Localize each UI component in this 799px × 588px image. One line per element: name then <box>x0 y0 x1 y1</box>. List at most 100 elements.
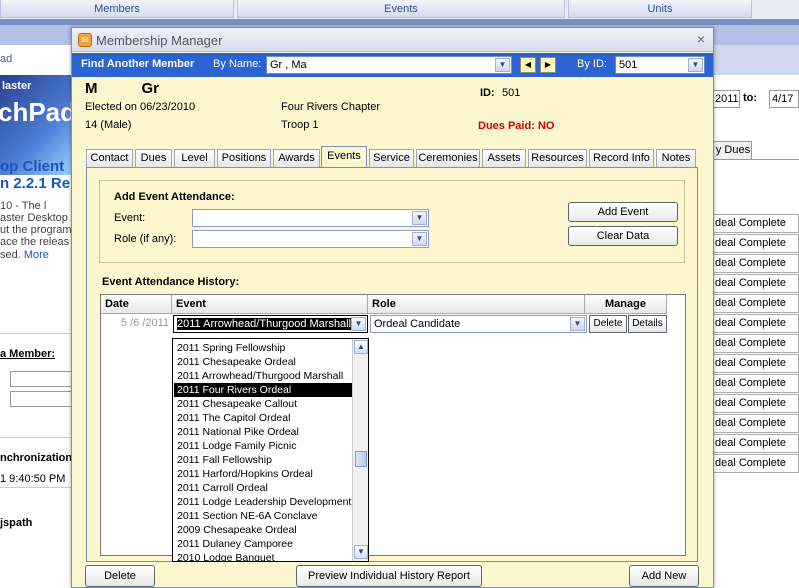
dropdown-scrollbar[interactable]: ▲ ▼ <box>352 339 368 561</box>
find-member-label: Find Another Member <box>81 58 195 70</box>
column-header-event[interactable]: Event <box>172 295 368 314</box>
row-date: 5 /6 /2011 <box>120 317 169 329</box>
dropdown-option[interactable]: 2011 Arrowhead/Thurgood Marshall <box>174 369 354 383</box>
chevron-down-icon[interactable]: ▼ <box>495 58 510 72</box>
event-select[interactable]: ▼ <box>192 209 429 227</box>
top-tab-events[interactable]: Events <box>237 0 565 18</box>
scroll-thumb[interactable] <box>355 451 367 467</box>
scroll-up-icon[interactable]: ▲ <box>354 340 368 354</box>
dropdown-option[interactable]: 2011 The Capitol Ordeal <box>174 411 354 425</box>
tab-resources[interactable]: Resources <box>528 149 587 167</box>
add-event-button[interactable]: Add Event <box>568 202 678 222</box>
bg-heading-2: n 2.2.1 Re <box>0 175 71 192</box>
top-tab-units[interactable]: Units <box>568 0 752 18</box>
tab-awards[interactable]: Awards <box>273 149 320 167</box>
date-from-field[interactable]: 2011 <box>712 90 740 108</box>
row-delete-button[interactable]: Delete <box>589 315 627 333</box>
top-tab-members[interactable]: Members <box>0 0 234 18</box>
previous-member-button[interactable]: ◀ <box>520 57 536 73</box>
dropdown-option[interactable]: 2011 Fall Fellowship <box>174 453 354 467</box>
column-header-date[interactable]: Date <box>101 295 172 314</box>
chevron-down-icon[interactable]: ▼ <box>412 211 427 225</box>
chevron-down-icon[interactable]: ▼ <box>570 317 585 331</box>
chevron-down-icon[interactable]: ▼ <box>412 232 427 246</box>
bg-text-line: ace the releas <box>0 236 70 248</box>
by-id-select[interactable]: 501 ▼ <box>615 56 705 74</box>
row-details-button[interactable]: Details <box>628 315 667 333</box>
column-header-role[interactable]: Role <box>368 295 585 314</box>
bg-input-1[interactable] <box>10 371 72 387</box>
list-item: deal Complete <box>712 374 799 393</box>
dialog-titlebar[interactable]: ✉ Membership Manager × <box>72 28 713 52</box>
dropdown-option[interactable]: 2011 Lodge Leadership Development <box>174 495 354 509</box>
tab-positions[interactable]: Positions <box>217 149 271 167</box>
dropdown-option[interactable]: 2011 Lodge Family Picnic <box>174 439 354 453</box>
dialog-title: Membership Manager <box>96 33 223 48</box>
tab-level[interactable]: Level <box>174 149 215 167</box>
dropdown-option[interactable]: 2011 Section NE-6A Conclave <box>174 509 354 523</box>
row-role-select[interactable]: Ordeal Candidate ▼ <box>370 315 587 333</box>
events-tab-panel: Add Event Attendance: Event: ▼ Role (if … <box>86 167 698 562</box>
table-row: 5 /6 /2011 2011 Arrowhead/Thurgood Marsh… <box>101 314 685 334</box>
divider <box>0 333 72 334</box>
list-item: deal Complete <box>712 434 799 453</box>
role-select[interactable]: ▼ <box>192 230 429 248</box>
background-left-panel: ad laster chPad op Client n 2.2.1 Re 10 … <box>0 45 72 588</box>
dropdown-option[interactable]: 2010 Lodge Banquet <box>174 551 354 561</box>
add-new-button[interactable]: Add New <box>629 565 699 587</box>
bg-title: ad <box>0 53 13 65</box>
member-troop: Troop 1 <box>281 119 319 131</box>
delete-member-button[interactable]: Delete <box>85 565 155 587</box>
id-label: ID: <box>480 87 495 99</box>
close-icon[interactable]: × <box>697 31 705 47</box>
dropdown-option[interactable]: 2011 Dulaney Camporee <box>174 537 354 551</box>
column-header-manage[interactable]: Manage <box>585 295 667 314</box>
by-id-label: By ID: <box>577 58 607 70</box>
list-item: deal Complete <box>712 294 799 313</box>
list-item: deal Complete <box>712 394 799 413</box>
tab-contact[interactable]: Contact <box>86 149 133 167</box>
dropdown-option-selected[interactable]: 2011 Four Rivers Ordeal <box>174 383 354 397</box>
divider <box>0 487 72 488</box>
row-event-select[interactable]: 2011 Arrowhead/Thurgood Marshall ▼ <box>173 315 368 333</box>
divider <box>0 437 72 438</box>
add-event-title: Add Event Attendance: <box>114 191 235 203</box>
chevron-down-icon[interactable]: ▼ <box>351 317 366 331</box>
tab-service[interactable]: Service <box>369 149 414 167</box>
dropdown-option[interactable]: 2011 Chesapeake Callout <box>174 397 354 411</box>
find-member-label: a Member: <box>0 348 56 360</box>
tab-record-info[interactable]: Record Info <box>589 149 654 167</box>
dropdown-option[interactable]: 2011 Carroll Ordeal <box>174 481 354 495</box>
more-link[interactable]: More <box>24 249 49 261</box>
id-value: 501 <box>502 87 521 99</box>
tab-notes[interactable]: Notes <box>656 149 696 167</box>
dropdown-option[interactable]: 2011 Spring Fellowship <box>174 341 354 355</box>
scroll-down-icon[interactable]: ▼ <box>354 545 368 559</box>
bg-text-line: 10 - The l <box>0 200 47 212</box>
chevron-down-icon[interactable]: ▼ <box>688 58 703 72</box>
tab-events[interactable]: Events <box>321 146 367 167</box>
member-info: M Gr Elected on 06/23/2010 14 (Male) Four… <box>72 77 713 133</box>
bg-input-2[interactable] <box>10 391 72 407</box>
tab-assets[interactable]: Assets <box>482 149 526 167</box>
tab-dues[interactable]: Dues <box>135 149 172 167</box>
clear-data-button[interactable]: Clear Data <box>568 226 678 246</box>
list-item: deal Complete <box>712 354 799 373</box>
by-name-select[interactable]: Gr , Ma ▼ <box>266 56 512 74</box>
date-to-field[interactable]: 4/17 <box>769 90 799 108</box>
sync-label: nchronization <box>0 452 72 464</box>
preview-history-report-button[interactable]: Preview Individual History Report <box>296 565 482 587</box>
to-label: to: <box>743 92 758 104</box>
tab-ceremonies[interactable]: Ceremonies <box>416 149 480 167</box>
tab-dues[interactable]: y Dues <box>712 141 752 159</box>
dropdown-option[interactable]: 2011 Chesapeake Ordeal <box>174 355 354 369</box>
list-item: deal Complete <box>712 234 799 253</box>
by-name-label: By Name: <box>213 58 262 70</box>
next-member-button[interactable]: ▶ <box>540 57 556 73</box>
bg-text-line: ut the program <box>0 224 72 236</box>
dropdown-option[interactable]: 2009 Chesapeake Ordeal <box>174 523 354 537</box>
top-nav: Members Events Units <box>0 0 799 19</box>
dropdown-option[interactable]: 2011 Harford/Hopkins Ordeal <box>174 467 354 481</box>
dropdown-option[interactable]: 2011 National Pike Ordeal <box>174 425 354 439</box>
role-label: Role (if any): <box>114 233 177 245</box>
